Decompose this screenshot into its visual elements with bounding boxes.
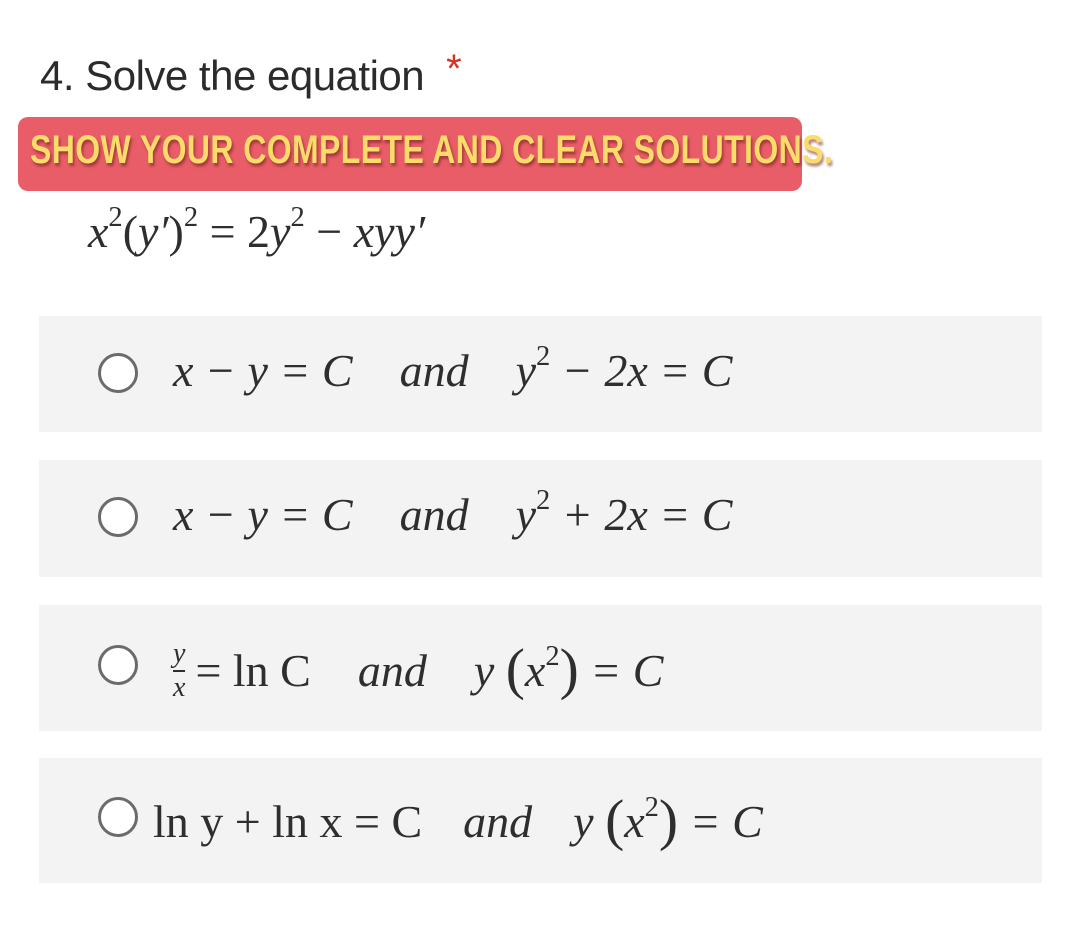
- radio-button-icon[interactable]: [98, 645, 138, 685]
- question-equation: x2(y′)2 = 2y2 − xyy′: [88, 202, 426, 258]
- option-part2-rest: + 2x = C: [550, 489, 733, 540]
- fraction-numerator: y: [173, 638, 186, 670]
- option-label: y x = ln C and y (x2) = C: [173, 635, 664, 706]
- option-part2-pre: y: [573, 796, 606, 847]
- question-title: 4. Solve the equation *: [40, 47, 462, 100]
- eq-minus: −: [304, 206, 354, 257]
- option-part2-exp: 2: [536, 485, 551, 517]
- paren-open: (: [505, 638, 525, 702]
- fraction-denominator: x: [173, 672, 186, 704]
- option-conjunction: and: [357, 645, 427, 696]
- option-part2-var: x: [524, 645, 546, 696]
- radio-button-icon[interactable]: [98, 797, 138, 837]
- instruction-banner: SHOW YOUR COMPLETE AND CLEAR SOLUTIONS.: [18, 117, 833, 191]
- eq-rhs-var: y: [270, 206, 291, 257]
- option-part1: x − y = C: [173, 489, 353, 540]
- answer-option-4[interactable]: ln y + ln x = C and y (x2) = C: [39, 758, 1042, 883]
- question-text: 4. Solve the equation: [40, 52, 425, 99]
- fraction-y-over-x: y x: [173, 638, 186, 704]
- eq-paren-open: (: [122, 206, 139, 257]
- option-part1: ln y + ln x = C: [153, 796, 423, 847]
- radio-button-icon[interactable]: [98, 353, 138, 393]
- option-part2-var: x: [624, 796, 645, 847]
- option-label: x − y = C and y2 + 2x = C: [173, 485, 733, 541]
- answer-option-2[interactable]: x − y = C and y2 + 2x = C: [39, 460, 1042, 577]
- eq-outer-exp: 2: [183, 202, 199, 234]
- option-part1-rest: = ln C: [195, 645, 311, 696]
- option-part2-var: y: [515, 489, 537, 540]
- option-part2-pre: y: [473, 645, 506, 696]
- option-conjunction: and: [399, 345, 469, 396]
- radio-button-icon[interactable]: [98, 497, 138, 537]
- eq-lhs-exp: 2: [108, 202, 123, 234]
- option-conjunction: and: [463, 796, 533, 847]
- option-conjunction: and: [399, 489, 469, 540]
- eq-equals: =: [198, 206, 248, 257]
- eq-rhs-term: xyy′: [353, 206, 426, 257]
- option-part2-rest: = C: [578, 645, 664, 696]
- option-part2-var: y: [515, 345, 537, 396]
- required-asterisk: *: [446, 47, 462, 91]
- paren-close: ): [559, 638, 579, 702]
- eq-rhs-exp: 2: [290, 202, 305, 234]
- option-part2-rest: − 2x = C: [550, 345, 733, 396]
- option-label: ln y + ln x = C and y (x2) = C: [153, 786, 763, 853]
- eq-rhs-coef: 2: [247, 206, 271, 257]
- option-part1: x − y = C: [173, 345, 353, 396]
- option-part2-exp: 2: [644, 792, 659, 824]
- option-part2-exp: 2: [536, 341, 551, 373]
- paren-open: (: [605, 789, 625, 853]
- paren-close: ): [658, 789, 679, 853]
- option-label: x − y = C and y2 − 2x = C: [173, 341, 733, 397]
- banner-text: SHOW YOUR COMPLETE AND CLEAR SOLUTIONS.: [30, 128, 834, 172]
- eq-paren-close: ): [168, 206, 184, 257]
- option-part2-exp: 2: [545, 641, 560, 673]
- answer-option-1[interactable]: x − y = C and y2 − 2x = C: [39, 316, 1042, 432]
- answer-option-3[interactable]: y x = ln C and y (x2) = C: [39, 605, 1042, 731]
- option-part2-rest: = C: [678, 796, 763, 847]
- eq-y-prime: y′: [138, 206, 169, 257]
- eq-lhs-x: x: [88, 206, 109, 257]
